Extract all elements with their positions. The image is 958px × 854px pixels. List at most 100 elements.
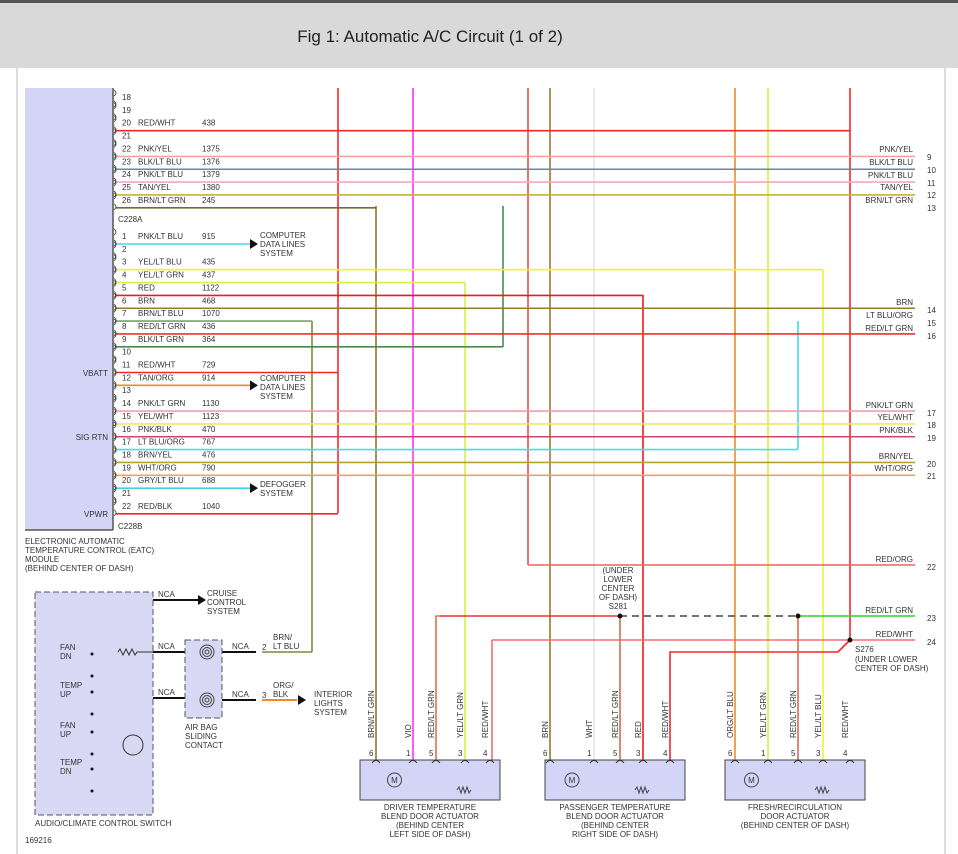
motor-label: M [391, 776, 398, 785]
wire-color-label: BRN/YEL [138, 450, 173, 459]
right-wire-label: PNK/LT BLU [868, 171, 913, 180]
pin-number: 22 [122, 144, 131, 153]
actuator-wire-label: RED/LT GRN [611, 690, 620, 738]
pin-number: 12 [122, 373, 131, 382]
circuit-number: 914 [202, 373, 216, 382]
air-bag-contact-label: SLIDING [185, 732, 217, 741]
actuator-wire-label: YEL/LT GRN [759, 692, 768, 738]
circuit-number: 438 [202, 119, 216, 128]
audio-climate-switch-box [34, 591, 154, 816]
pin-number: 6 [122, 296, 127, 305]
pin-number: 21 [122, 489, 131, 498]
actuator-name: LEFT SIDE OF DASH) [390, 830, 471, 839]
actuator-pin-number: 4 [663, 749, 668, 758]
wire-color-label: PNK/LT GRN [138, 399, 185, 408]
wire-color-label: GRY/LT BLU [138, 476, 184, 485]
right-wire-label: RED/LT GRN [865, 324, 913, 333]
wire-color-label: BLK/LT GRN [138, 335, 184, 344]
s281-location: CENTER [602, 584, 635, 593]
nca-label: NCA [232, 642, 250, 651]
circuit-number: 1376 [202, 157, 220, 166]
actuator-name: PASSENGER TEMPERATURE [559, 803, 670, 812]
connector-terminal-icon [113, 192, 117, 211]
circuit-number: 729 [202, 361, 216, 370]
cruise-label: SYSTEM [207, 607, 240, 616]
wire-color-label: TAN/YEL [138, 183, 171, 192]
s281-location: (UNDER [602, 566, 633, 575]
right-connector-number: 20 [927, 460, 936, 469]
wire-color-label: BRN/LT BLU [138, 309, 184, 318]
actuator-name: RIGHT SIDE OF DASH) [572, 830, 658, 839]
nca-label: NCA [232, 690, 250, 699]
circuit-number: 476 [202, 450, 216, 459]
actuator-wire-label: RED/WHT [481, 701, 490, 738]
arrow-icon [298, 695, 306, 705]
right-connector-number: 9 [927, 153, 932, 162]
right-connector-number: 17 [927, 409, 936, 418]
pin-number: 5 [122, 283, 127, 292]
wire-color-label: RED [138, 283, 155, 292]
actuator-wire-label: VIO [404, 724, 413, 738]
right-wire-label: RED/ORG [876, 555, 913, 564]
switch-button-label: DN [60, 767, 72, 776]
actuator-name: DRIVER TEMPERATURE [384, 803, 476, 812]
right-connector-number: 10 [927, 166, 936, 175]
right-connector-number: 12 [927, 191, 936, 200]
nca-label: NCA [158, 642, 176, 651]
lamp-icon [122, 734, 144, 756]
s281-label: S281 [609, 602, 628, 611]
right-wire-label: PNK/LT GRN [866, 401, 913, 410]
wire-color-label: TAN/ORG [138, 373, 174, 382]
right-wire-label: BLK/LT BLU [869, 158, 913, 167]
wire-color-label: BRN/LT GRN [138, 196, 186, 205]
computer-data-lines-label: COMPUTER [260, 231, 306, 240]
circuit-number: 1070 [202, 309, 220, 318]
clockspring-pin3: 3 [262, 691, 267, 700]
actuator-wire-label: RED/LT GRN [427, 690, 436, 738]
actuator-wire-label: YEL/LT BLU [814, 694, 823, 738]
cruise-label: CONTROL [207, 598, 247, 607]
s276-location: (UNDER LOWER [855, 655, 918, 664]
computer-data-lines-label: DATA LINES [260, 240, 305, 249]
page-title: Fig 1: Automatic A/C Circuit (1 of 2) [297, 27, 563, 46]
computer-data-lines-label: SYSTEM [260, 392, 293, 401]
circuit-number: 915 [202, 232, 216, 241]
circuit-number: 767 [202, 438, 216, 447]
wire-color-label: YEL/LT GRN [138, 271, 184, 280]
circuit-number: 688 [202, 476, 216, 485]
vbatt-label: VBATT [83, 369, 108, 378]
switch-button-label: UP [60, 690, 71, 699]
switch-button-label: FAN [60, 643, 76, 652]
right-connector-number: 15 [927, 319, 936, 328]
pin-number: 8 [122, 322, 127, 331]
right-connector-number: 19 [927, 434, 936, 443]
interior-lights-label: INTERIOR [314, 690, 352, 699]
actuator-name: (BEHIND CENTER [581, 821, 649, 830]
actuator-wire-label: RED/WHT [661, 701, 670, 738]
computer-data-lines-label: SYSTEM [260, 249, 293, 258]
motor-label: M [569, 776, 576, 785]
right-connector-number: 18 [927, 421, 936, 430]
wiring-diagram: 181920 RED/WHT 4382122 PNK/YEL 137523 BLK/LT … [16, 68, 946, 854]
connector-terminal-icon [113, 498, 117, 517]
vpwr-label: VPWR [84, 510, 108, 519]
wire-color-label: BLK/LT BLU [138, 157, 182, 166]
pin-number: 14 [122, 399, 131, 408]
switch-button-label: DN [60, 652, 72, 661]
labels: C228A C228B VBATT SIG RTN VPWR ELECTRONIC AUT… [25, 145, 936, 845]
pin-number: 9 [122, 335, 127, 344]
cruise-label: CRUISE [207, 589, 237, 598]
pin-number: 19 [122, 106, 131, 115]
actuator-name: (BEHIND CENTER OF DASH) [741, 821, 850, 830]
circuit-number: 437 [202, 271, 216, 280]
wire-color-label: RED/WHT [138, 119, 175, 128]
actuator-pin-number: 5 [429, 749, 434, 758]
actuator-pin-number: 3 [636, 749, 641, 758]
interior-lights-label: LIGHTS [314, 699, 343, 708]
computer-data-lines-label: DATA LINES [260, 383, 305, 392]
circuit-number: 435 [202, 258, 216, 267]
splice-dot [795, 613, 801, 619]
wire-color-label: YEL/WHT [138, 412, 174, 421]
circuit-number: 245 [202, 196, 216, 205]
pin-number: 19 [122, 463, 131, 472]
